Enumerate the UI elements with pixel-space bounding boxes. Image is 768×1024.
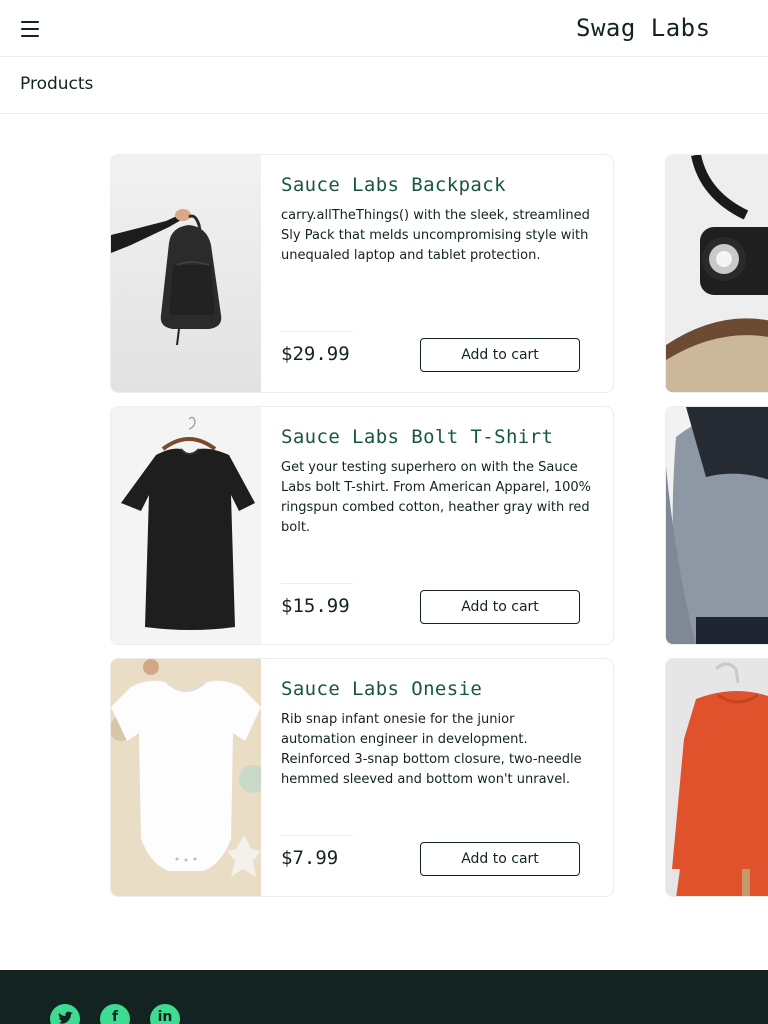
footer: f in	[0, 970, 768, 1024]
product-image-bike-light[interactable]	[665, 154, 768, 393]
inventory-item: Sauce Labs Onesie Rib snap infant onesie…	[110, 658, 614, 897]
product-name-link[interactable]: Sauce Labs Bolt T-Shirt	[281, 426, 553, 448]
product-name-link[interactable]: Sauce Labs Onesie	[281, 678, 482, 700]
twitter-icon[interactable]	[50, 1004, 80, 1024]
price-divider	[281, 583, 353, 584]
price-divider	[281, 835, 353, 836]
product-description: Rib snap infant onesie for the junior au…	[281, 712, 582, 787]
product-image-sweatshirt[interactable]	[665, 658, 768, 897]
inventory-item: Sauce Labs Bolt T-Shirt Get your testing…	[110, 406, 614, 645]
add-to-cart-button[interactable]: Add to cart	[420, 590, 580, 624]
product-image-tshirt[interactable]	[111, 407, 261, 644]
product-description: carry.allTheThings() with the sleek, str…	[281, 208, 590, 263]
hamburger-menu-icon[interactable]	[18, 17, 42, 41]
product-description: Get your testing superhero on with the S…	[281, 460, 591, 535]
secondary-header: Products	[0, 57, 768, 114]
linkedin-icon[interactable]: in	[150, 1004, 180, 1024]
price-divider	[281, 331, 353, 332]
product-image-onesie[interactable]	[111, 659, 261, 896]
product-name-link[interactable]: Sauce Labs Backpack	[281, 174, 506, 196]
add-to-cart-button[interactable]: Add to cart	[420, 842, 580, 876]
product-price: $15.99	[281, 595, 350, 617]
inventory-item: Sauce Labs Backpack carry.allTheThings()…	[110, 154, 614, 393]
primary-header: Swag Labs	[0, 0, 768, 57]
product-image-fleece-jacket[interactable]	[665, 406, 768, 645]
page-title: Products	[20, 74, 94, 94]
facebook-icon[interactable]: f	[100, 1004, 130, 1024]
product-image-backpack[interactable]	[111, 155, 261, 392]
add-to-cart-button[interactable]: Add to cart	[420, 338, 580, 372]
product-price: $7.99	[281, 847, 339, 869]
product-price: $29.99	[281, 343, 350, 365]
app-logo: Swag Labs	[576, 14, 711, 42]
